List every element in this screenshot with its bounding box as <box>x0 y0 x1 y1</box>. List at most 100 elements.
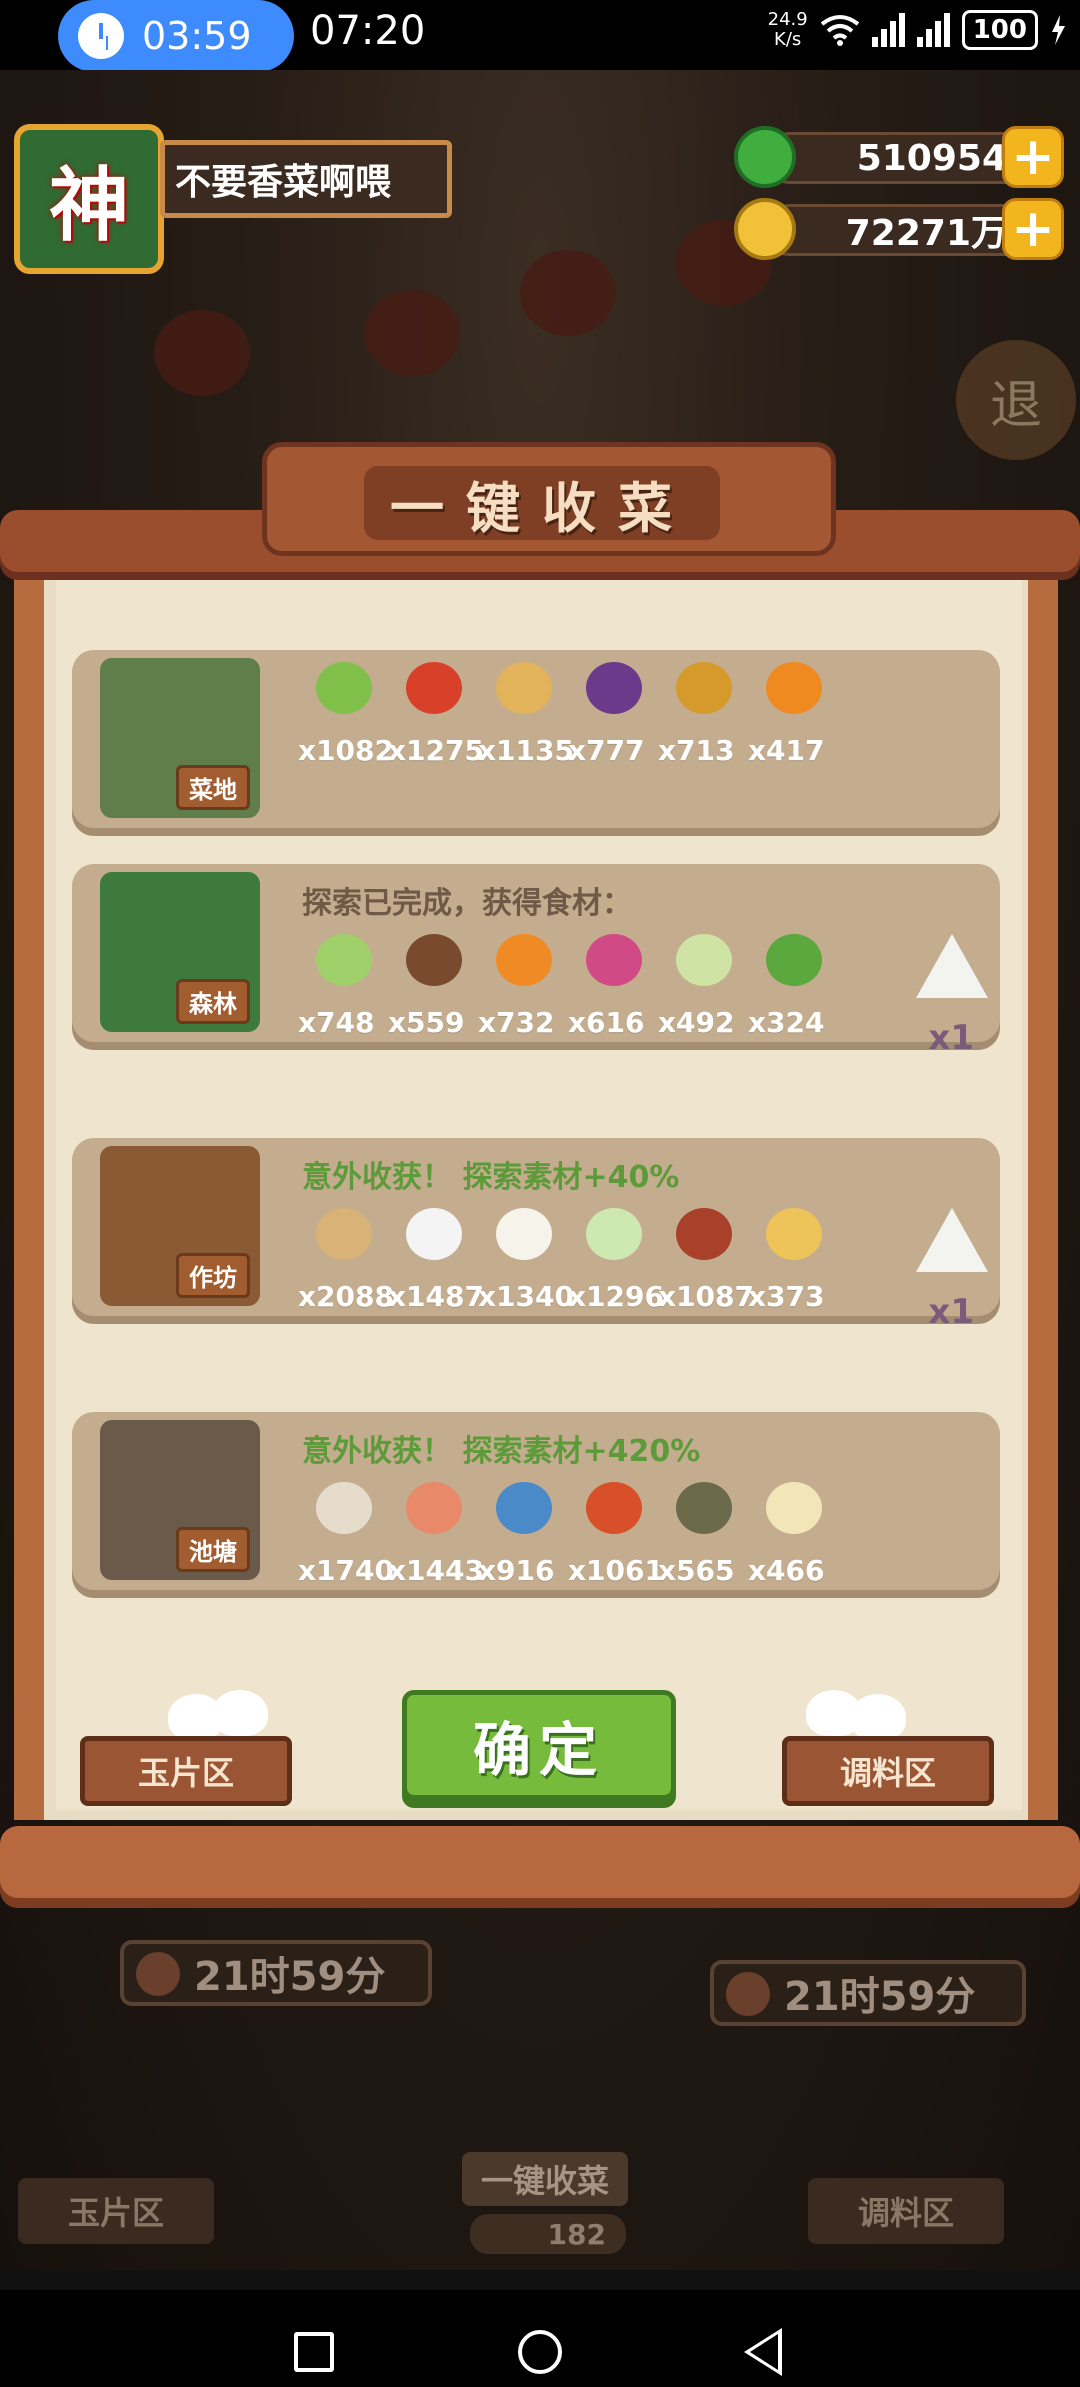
potato-icon <box>496 662 552 714</box>
harvest-row: 作坊 意外收获！ 探索素材+40% x2088 x1487 x1340 x1296 x108… <box>72 1138 1000 1332</box>
timer-left-text: 21时59分 <box>194 1954 386 2000</box>
back-button[interactable] <box>744 2328 782 2376</box>
chili-icon <box>406 662 462 714</box>
ingredient-count: x748 <box>298 1006 375 1039</box>
ingredient-item: x1087 <box>656 1208 754 1318</box>
alarm-time: 03:59 <box>142 14 252 58</box>
bg-right-area-plate: 调料区 <box>808 2178 1004 2244</box>
harvest-note: 探索已完成，获得食材： <box>302 886 632 921</box>
add-gold-button[interactable]: + <box>1002 198 1064 260</box>
ingredient-count: x466 <box>748 1554 825 1587</box>
bg-left-area-plate: 玉片区 <box>18 2178 214 2244</box>
ingredient-item: x2088 <box>296 1208 394 1318</box>
ingredient-list: x748 x559 x732 x616 x492 x324 <box>296 934 836 1044</box>
ingredient-count: x565 <box>658 1554 735 1587</box>
coin-icon <box>734 198 796 260</box>
jade-icon <box>734 126 796 188</box>
ingredient-item: x616 <box>566 934 656 1044</box>
clock-icon <box>726 1972 770 2016</box>
ingredient-item: x748 <box>296 934 386 1044</box>
ingredient-item: x1275 <box>386 662 484 772</box>
ingredient-count: x559 <box>388 1006 465 1039</box>
shark-fin-icon <box>766 1482 822 1534</box>
herb-icon <box>766 934 822 986</box>
wifi-icon <box>820 15 859 46</box>
eggplant-icon <box>586 662 642 714</box>
onion-icon <box>586 934 642 986</box>
harvest-row: 池塘 意外收获！ 探索素材+420% x1740 x1443 x916 x1061 x565… <box>72 1412 1000 1590</box>
rice-dumpling-icon <box>916 1208 988 1272</box>
bonus-count: x1 <box>928 1018 974 1058</box>
ingredient-count: x417 <box>748 734 825 767</box>
ingredient-count: x732 <box>478 1006 555 1039</box>
alarm-clock-icon <box>78 13 124 59</box>
harvest-note: 意外收获！ 探索素材+420% <box>302 1434 701 1469</box>
timer-right-text: 21时59分 <box>784 1974 976 2020</box>
ingredient-item: x777 <box>566 662 656 772</box>
ingredient-count: x916 <box>478 1554 555 1587</box>
building-sign: 作坊 <box>176 1253 250 1298</box>
ingredient-list: x1740 x1443 x916 x1061 x565 x466 <box>296 1482 836 1592</box>
ingredient-item: x732 <box>476 934 566 1044</box>
alarm-indicator[interactable]: 03:59 <box>58 0 294 72</box>
ingredient-count: x777 <box>568 734 645 767</box>
recent-apps-button[interactable] <box>294 2332 334 2372</box>
leek-icon <box>316 662 372 714</box>
home-button[interactable] <box>518 2330 562 2374</box>
dialog-title: 一键收菜 <box>364 466 720 540</box>
ingredient-count: x1340 <box>478 1280 574 1313</box>
ingredient-item: x1061 <box>566 1482 664 1592</box>
add-jade-button[interactable]: + <box>1002 126 1064 188</box>
flour-sack-icon <box>316 1208 372 1260</box>
harvest-row: 菜地 x1082 x1275 x1135 x777 x713 x417 <box>72 650 1000 828</box>
network-speed-value: 24.9 <box>767 9 808 30</box>
ingredient-item: x1487 <box>386 1208 484 1318</box>
exit-button[interactable]: 退 <box>956 340 1076 460</box>
signal-2-icon <box>916 13 950 47</box>
building-sign: 菜地 <box>176 765 250 810</box>
ingredient-item: x492 <box>656 934 746 1044</box>
jade-area-nav-button[interactable]: 玉片区 <box>80 1736 292 1806</box>
ingredient-item: x373 <box>746 1208 836 1318</box>
ingredient-item: x559 <box>386 934 476 1044</box>
ingredient-count: x1740 <box>298 1554 394 1587</box>
ingredient-item: x324 <box>746 934 836 1044</box>
dialog-frame-bottom <box>0 1826 1080 1908</box>
building-sign: 池塘 <box>176 1527 250 1572</box>
ingredient-count: x616 <box>568 1006 645 1039</box>
pumpkin-icon <box>766 662 822 714</box>
carrot-icon <box>496 934 552 986</box>
timer-right: 21时59分 <box>710 1960 1026 2026</box>
harvest-row: 森林 探索已完成，获得食材： x748 x559 x732 x616 x492 x324 x1 <box>72 864 1000 1058</box>
seasoning-area-nav-button[interactable]: 调料区 <box>782 1736 994 1806</box>
gravy-boat-icon <box>766 1208 822 1260</box>
fish-icon <box>496 1482 552 1534</box>
jade-counter: 510954 + <box>734 126 1064 188</box>
timer-left: 21时59分 <box>120 1940 432 2006</box>
building-sign: 森林 <box>176 979 250 1024</box>
status-bar: 03:59 07:20 24.9 K/s 100 <box>0 0 1080 72</box>
clam-icon <box>316 1482 372 1534</box>
ingredient-count: x1275 <box>388 734 484 767</box>
player-name[interactable]: 不要香菜啊喂 <box>160 140 452 218</box>
rice-bowl-icon <box>406 1208 462 1260</box>
shrimp-icon <box>406 1482 462 1534</box>
ingredient-count: x1296 <box>568 1280 664 1313</box>
ingredient-item: x417 <box>746 662 836 772</box>
ingredient-item: x1443 <box>386 1482 484 1592</box>
bonus-material: x1 <box>912 1208 988 1332</box>
cabbage-icon <box>316 934 372 986</box>
sauce-jar-icon <box>676 1208 732 1260</box>
ingredient-count: x373 <box>748 1280 825 1313</box>
confirm-button[interactable]: 确定 <box>402 1690 676 1800</box>
ingredient-count: x1443 <box>388 1554 484 1587</box>
ingredient-count: x1487 <box>388 1280 484 1313</box>
player-avatar[interactable]: 神 <box>14 124 164 274</box>
ingredient-count: x1061 <box>568 1554 664 1587</box>
ingredient-item: x1296 <box>566 1208 664 1318</box>
mushroom-icon <box>406 934 462 986</box>
signal-1-icon <box>871 13 905 47</box>
bamboo-shoot-icon <box>676 934 732 986</box>
ingredient-item: x1082 <box>296 662 394 772</box>
ingredient-item: x1340 <box>476 1208 574 1318</box>
